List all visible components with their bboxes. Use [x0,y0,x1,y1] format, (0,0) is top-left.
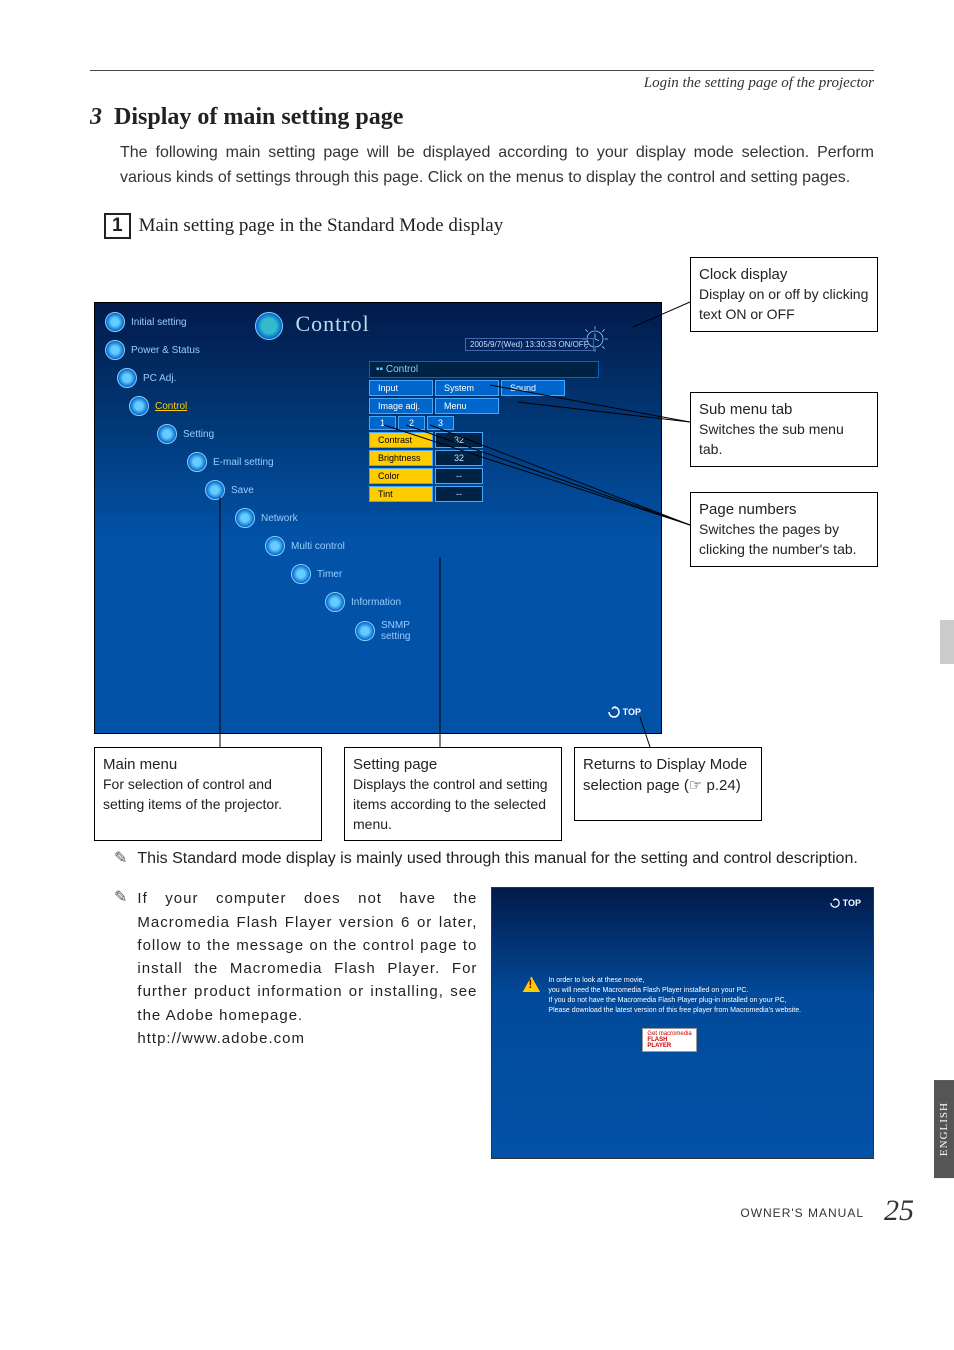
top-button[interactable]: TOP [830,898,861,908]
callout-clock: Clock display Display on or off by click… [690,257,878,331]
callout-returns: Returns to Display Mode selection page (… [574,747,762,821]
submenu-tab[interactable]: Image adj. [369,398,433,414]
menu-icon [325,592,345,612]
index-tab [940,620,954,664]
step-number: 3 [90,104,102,130]
menu-icon [117,368,137,388]
submenu-tab[interactable]: Menu [435,398,499,414]
page-tab[interactable]: 1 [369,416,396,430]
menu-icon [291,564,311,584]
menu-icon [157,424,177,444]
menu-item-setting[interactable]: Setting [157,420,355,448]
menu-icon [187,452,207,472]
menu-item-network[interactable]: Network [235,504,355,532]
menu-item-initial-setting[interactable]: Initial setting [105,308,355,336]
setting-panel: ▪▪ Control InputSystemSound Image adj.Me… [369,361,599,502]
language-tab: ENGLISH [934,1080,954,1178]
menu-icon [105,312,125,332]
menu-item-e-mail-setting[interactable]: E-mail setting [187,448,355,476]
menu-item-pc-adj-[interactable]: PC Adj. [117,364,355,392]
panel-title: ▪▪ Control [369,361,599,378]
footer-label: OWNER'S MANUAL [740,1206,864,1220]
page-header: Login the setting page of the projector [90,75,874,92]
section-title: 3 Display of main setting page [90,104,874,131]
setting-value[interactable]: -- [435,486,483,502]
setting-value[interactable]: -- [435,468,483,484]
menu-item-control[interactable]: Control [129,392,355,420]
page-number: 25 [884,1194,914,1228]
adobe-url: http://www.adobe.com [137,1030,305,1047]
pencil-icon: ✎ [114,887,127,1159]
callout-page-numbers: Page numbers Switches the pages by click… [690,492,878,566]
menu-item-information[interactable]: Information [325,588,355,616]
page-tab[interactable]: 2 [398,416,425,430]
figure: Control 2005/9/7(Wed) 13:30:33 ON/OFF In… [90,257,874,847]
note-flash-player: ✎ If your computer does not have the Mac… [114,887,477,1159]
callout-submenu: Sub menu tab Switches the sub menu tab. [690,392,878,466]
submenu-tab[interactable]: Input [369,380,433,396]
setting-label: Brightness [369,450,433,466]
setting-value[interactable]: 32 [435,450,483,466]
flash-warning-screenshot: TOP In order to look at these movie, you… [491,887,874,1159]
setting-label: Tint [369,486,433,502]
note-standard-mode: ✎ This Standard mode display is mainly u… [114,847,874,871]
sub-title: 1 Main setting page in the Standard Mode… [104,213,874,240]
section-title-text: Display of main setting page [114,104,403,130]
main-menu-list: Initial settingPower & StatusPC Adj.Cont… [105,308,355,646]
callout-main-menu: Main menu For selection of control and s… [94,747,322,841]
pencil-icon: ✎ [114,847,127,871]
menu-icon [129,396,149,416]
get-flash-button[interactable]: Get macromedia FLASHPLAYER [642,1028,696,1052]
page-tab[interactable]: 3 [427,416,454,430]
main-setting-screenshot: Control 2005/9/7(Wed) 13:30:33 ON/OFF In… [94,302,662,734]
menu-item-power-status[interactable]: Power & Status [105,336,355,364]
setting-label: Contrast [369,432,433,448]
menu-icon [105,340,125,360]
top-button[interactable]: TOP [608,706,641,718]
menu-item-save[interactable]: Save [205,476,355,504]
warning-icon [522,976,540,992]
menu-icon [205,480,225,500]
setting-label: Color [369,468,433,484]
menu-item-multi-control[interactable]: Multi control [265,532,355,560]
menu-icon [265,536,285,556]
sub-step-number: 1 [104,213,131,240]
sub-title-text: Main setting page in the Standard Mode d… [139,215,504,237]
date-on-off-bar[interactable]: 2005/9/7(Wed) 13:30:33 ON/OFF [465,338,594,351]
flash-warning-text: In order to look at these movie, you wil… [548,976,801,1015]
menu-icon [355,621,375,641]
setting-value[interactable]: 32 [435,432,483,448]
submenu-tab[interactable]: Sound [501,380,565,396]
menu-icon [235,508,255,528]
menu-item-timer[interactable]: Timer [291,560,355,588]
submenu-tab[interactable]: System [435,380,499,396]
intro-paragraph: The following main setting page will be … [120,141,874,191]
callout-setting-page: Setting page Displays the control and se… [344,747,562,841]
